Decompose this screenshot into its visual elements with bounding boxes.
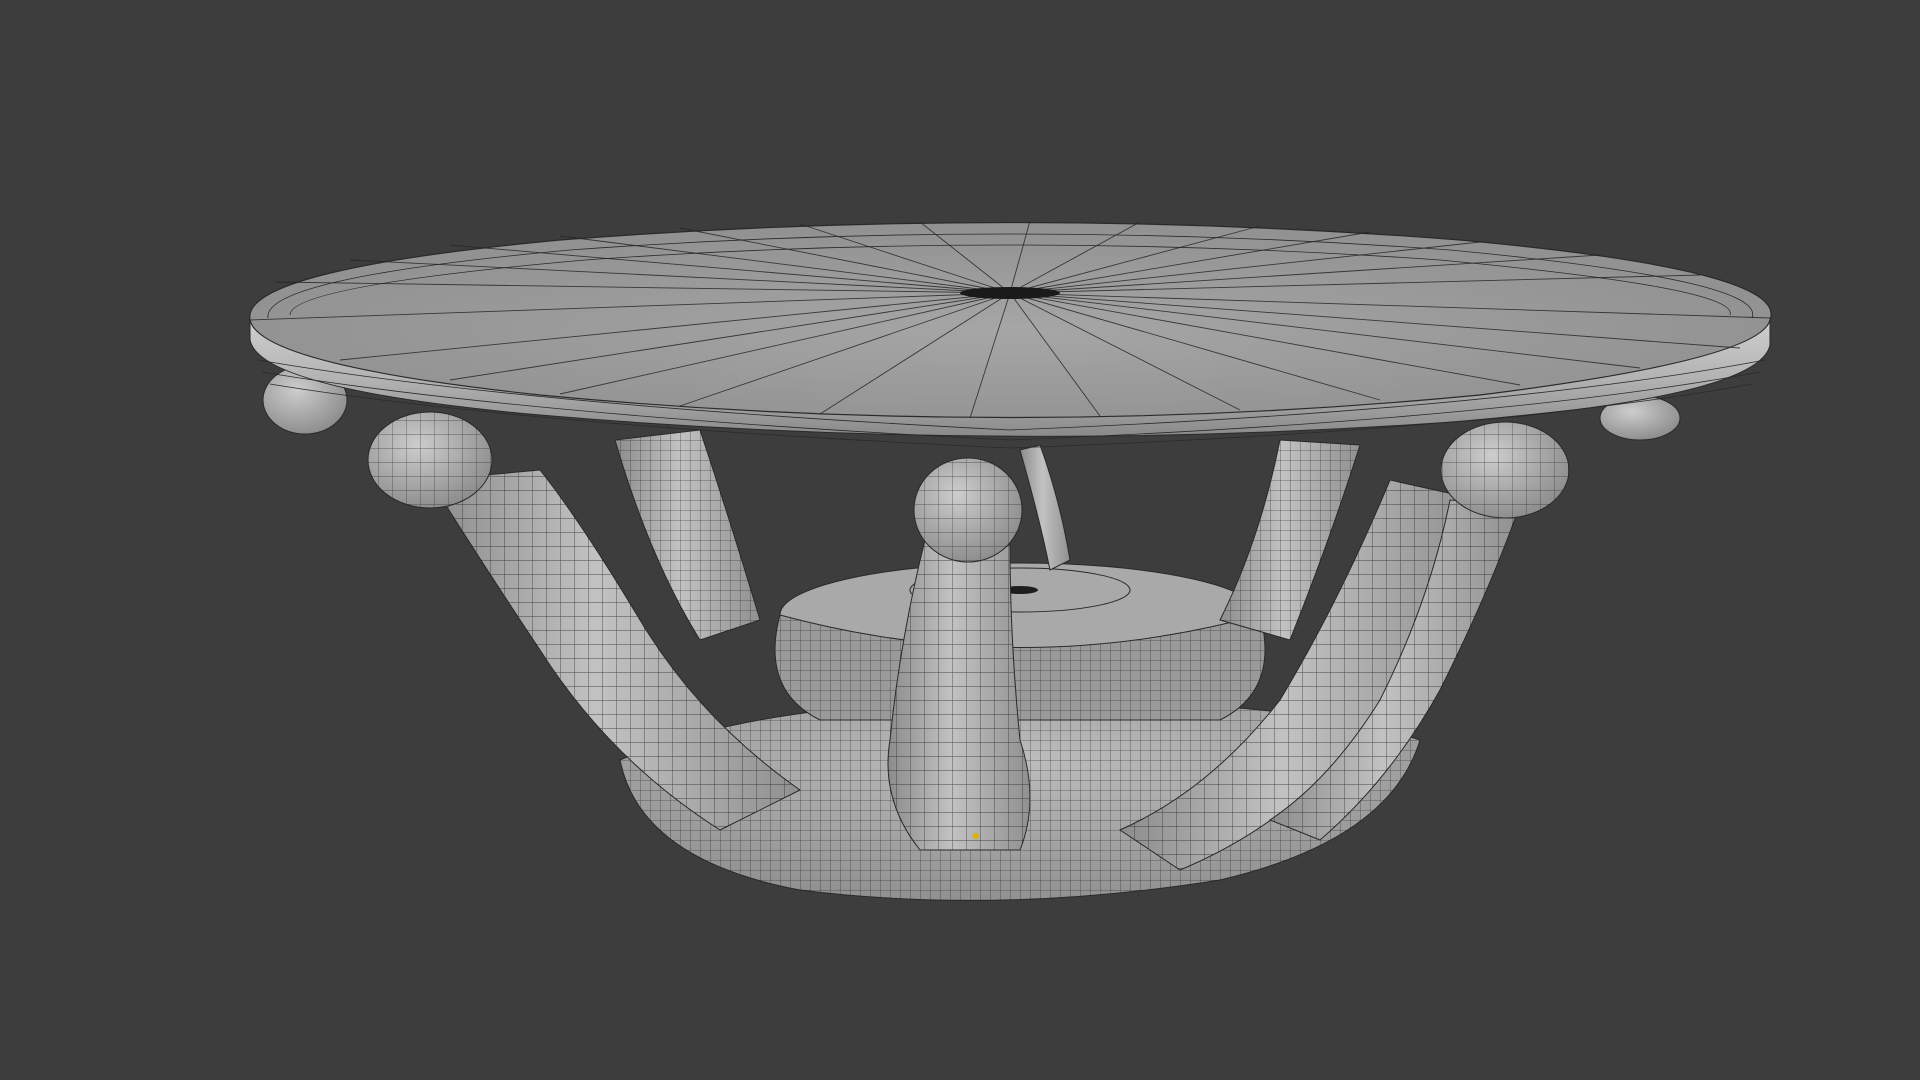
leg-back-left[interactable] bbox=[614, 429, 761, 641]
leg-back-center[interactable] bbox=[1019, 444, 1071, 571]
3d-viewport[interactable] bbox=[0, 0, 1920, 1080]
tabletop-center-pole bbox=[960, 287, 1060, 299]
base-disc[interactable] bbox=[774, 562, 1266, 721]
viewport-canvas[interactable] bbox=[0, 0, 1920, 1080]
leg-front-left[interactable] bbox=[429, 469, 801, 831]
origin-icon bbox=[973, 833, 979, 839]
